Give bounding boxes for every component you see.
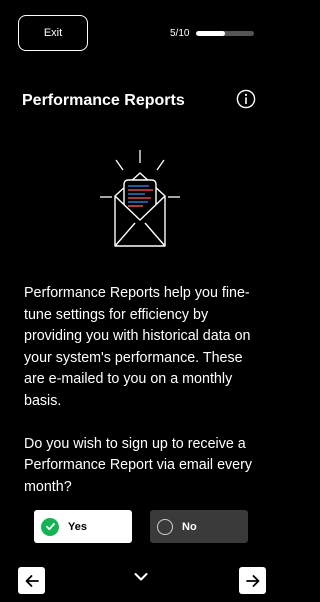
progress-counter: 5/10	[170, 28, 190, 39]
exit-button-label: Exit	[43, 27, 63, 39]
arrow-left-icon	[25, 574, 39, 587]
yes-option-label: Yes	[68, 520, 87, 533]
no-option-button[interactable]: No	[150, 510, 248, 543]
page-title: Performance Reports	[22, 92, 185, 109]
email-report-icon	[100, 150, 180, 247]
progress-bar	[196, 31, 254, 36]
back-button[interactable]	[18, 567, 45, 594]
description-paragraph: Performance Reports help you fine-tune s…	[24, 285, 251, 409]
next-button[interactable]	[239, 567, 266, 594]
check-icon	[41, 517, 59, 536]
exit-button[interactable]: Exit	[18, 15, 88, 51]
arrow-right-icon	[245, 574, 259, 587]
chevron-down-icon[interactable]	[133, 570, 149, 584]
progress-bar-fill	[196, 31, 225, 36]
description-text: Performance Reports help you fine-tune s…	[24, 283, 256, 520]
no-option-label: No	[182, 520, 197, 533]
question-paragraph: Do you wish to sign up to receive a Perf…	[24, 435, 253, 495]
info-icon[interactable]	[236, 89, 256, 109]
radio-unselected-icon	[157, 518, 173, 535]
yes-option-button[interactable]: Yes	[34, 510, 132, 543]
